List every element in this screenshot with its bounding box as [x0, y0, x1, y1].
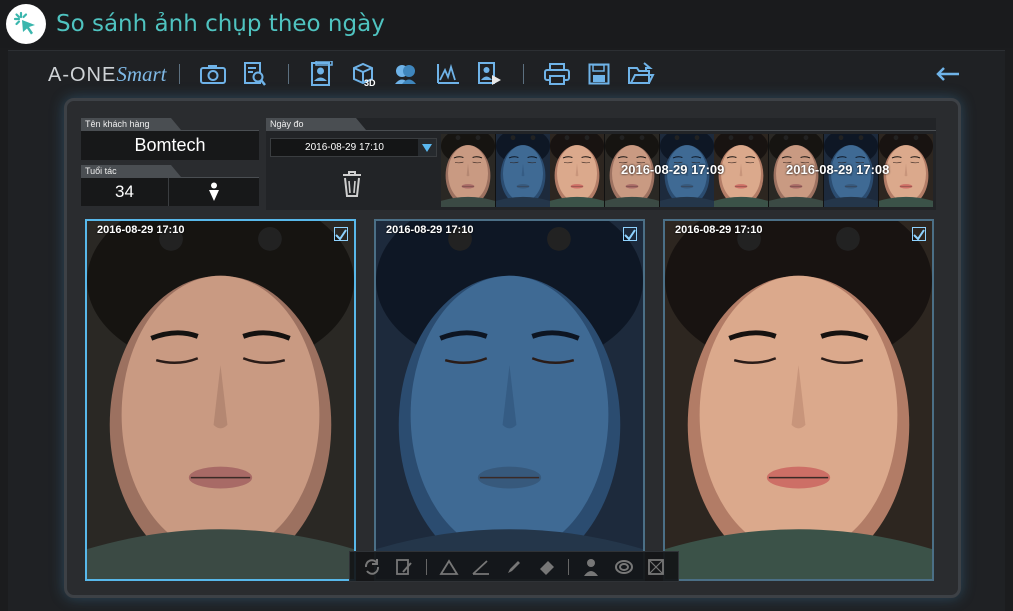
cube-3d-icon[interactable]: 3D: [349, 60, 379, 88]
customer-info: Tên khách hàng Bomtech Tuổi tác 34: [81, 118, 259, 210]
photo-checkbox[interactable]: [623, 227, 637, 241]
main-toolbar: A-ONESmart 3D: [8, 51, 1005, 97]
camera-icon[interactable]: [198, 60, 228, 88]
date-label: Ngày đo: [266, 118, 366, 130]
measure-triangle-icon[interactable]: [438, 556, 460, 578]
photo-date-label: 2016-08-29 17:10: [386, 224, 474, 236]
comparison-photo[interactable]: 2016-08-29 17:10: [374, 219, 645, 581]
printer-icon[interactable]: [542, 60, 572, 88]
face-image: [376, 221, 643, 579]
compare-panel: Tên khách hàng Bomtech Tuổi tác 34 Ngày …: [64, 98, 961, 598]
eraser-icon[interactable]: [536, 556, 558, 578]
app-window: So sánh ảnh chụp theo ngày A-ONESmart 3D: [0, 0, 1013, 611]
customer-name-field[interactable]: Bomtech: [81, 131, 259, 160]
brand-logo: A-ONESmart: [48, 61, 167, 86]
face-image: [665, 221, 932, 579]
checkmark-icon: [335, 229, 347, 241]
person-icon[interactable]: [580, 556, 602, 578]
photo-date-label: 2016-08-29 17:10: [97, 224, 185, 236]
photo-thumbnail[interactable]: [441, 127, 496, 207]
checkmark-icon: [624, 229, 636, 241]
face-compare-icon[interactable]: [307, 60, 337, 88]
video-export-icon[interactable]: [475, 60, 505, 88]
cursor-click-icon: [6, 4, 46, 44]
bottom-toolbar: [349, 551, 679, 582]
toolbar-divider: [287, 64, 289, 84]
label-underline: [266, 130, 936, 131]
trash-icon: [343, 171, 361, 197]
angle-icon[interactable]: [470, 556, 492, 578]
date-dropdown-value: 2016-08-29 17:10: [305, 142, 384, 153]
toolbar-divider: [178, 64, 180, 84]
date-dropdown[interactable]: 2016-08-29 17:10: [270, 138, 437, 157]
save-icon[interactable]: [584, 60, 614, 88]
comparison-photo[interactable]: 2016-08-29 17:10: [85, 219, 356, 581]
age-row: 34: [81, 178, 259, 206]
face-image: [87, 221, 354, 579]
thumbnail-strip: 2016-08-29 17:09 2016-08-29 17:08: [441, 127, 934, 207]
toolbar-divider: [522, 64, 524, 84]
page-title: So sánh ảnh chụp theo ngày: [56, 11, 385, 37]
customer-name-label: Tên khách hàng: [81, 118, 181, 130]
toolbar-divider: [568, 558, 570, 575]
delete-button[interactable]: [339, 170, 365, 198]
photo-thumbnail[interactable]: [550, 127, 606, 207]
photo-thumbnail[interactable]: [495, 127, 551, 207]
male-icon: [169, 178, 259, 206]
folder-open-icon[interactable]: [626, 60, 656, 88]
back-button[interactable]: [933, 59, 963, 89]
date-selector-area: Ngày đo 2016-08-29 17:10 2016-08-29 17:0…: [266, 118, 936, 210]
photo-date-label: 2016-08-29 17:10: [675, 224, 763, 236]
arrow-left-icon: [936, 67, 959, 81]
edit-note-icon[interactable]: [393, 556, 415, 578]
target-icon[interactable]: [613, 556, 635, 578]
rotate-icon[interactable]: [361, 556, 383, 578]
age-label: Tuổi tác: [81, 165, 181, 177]
profile-face-icon[interactable]: [391, 60, 421, 88]
grid-icon[interactable]: [645, 556, 667, 578]
pencil-icon[interactable]: [503, 556, 525, 578]
graph-icon[interactable]: [433, 60, 463, 88]
photo-checkbox[interactable]: [912, 227, 926, 241]
toolbar-divider: [425, 558, 427, 575]
title-bar: So sánh ảnh chụp theo ngày: [0, 0, 1013, 48]
svg-text:3D: 3D: [364, 78, 376, 87]
thumbnail-date-label: 2016-08-29 17:08: [786, 162, 890, 177]
checkmark-icon: [913, 229, 925, 241]
chevron-down-icon[interactable]: [418, 139, 436, 156]
photo-checkbox[interactable]: [334, 227, 348, 241]
comparison-photo[interactable]: 2016-08-29 17:10: [663, 219, 934, 581]
thumbnail-date-label: 2016-08-29 17:09: [621, 162, 725, 177]
search-document-icon[interactable]: [240, 60, 270, 88]
app-frame: A-ONESmart 3D Tên khách hàng Bomtech Tuổ…: [8, 50, 1005, 611]
age-field[interactable]: 34: [81, 178, 169, 206]
